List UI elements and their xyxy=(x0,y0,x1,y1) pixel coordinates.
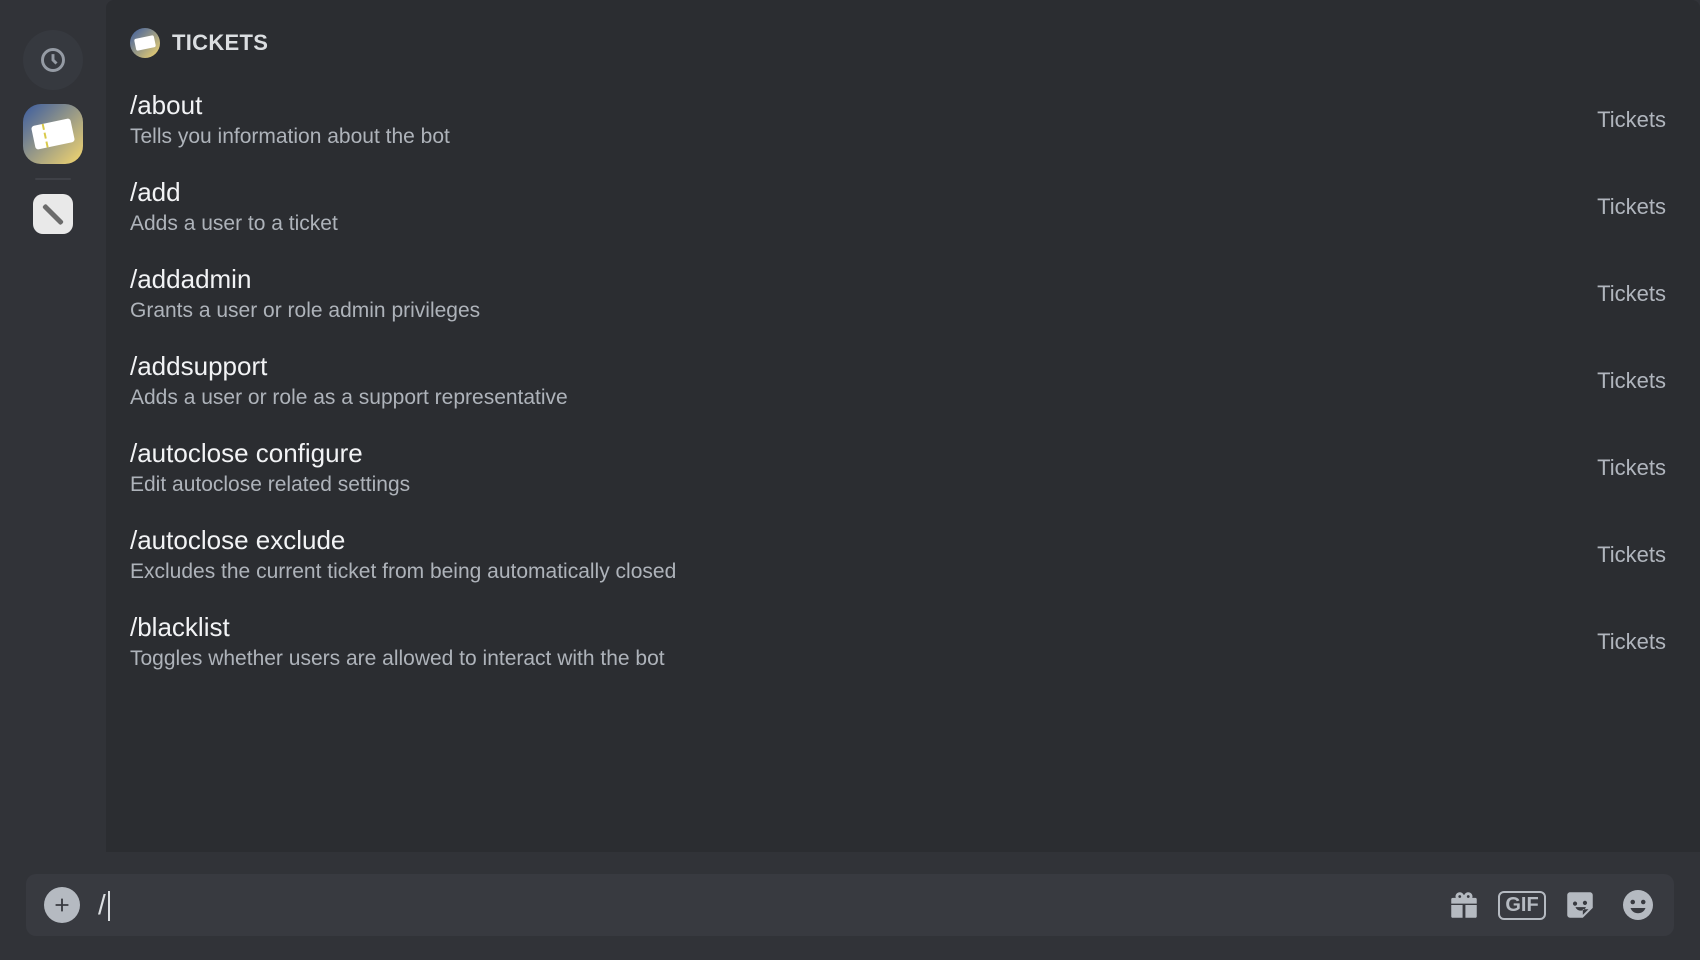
command-description: Adds a user or role as a support represe… xyxy=(130,386,568,410)
attachment-button[interactable] xyxy=(44,887,80,923)
command-autocomplete-popup: TICKETS /about Tells you information abo… xyxy=(106,0,1700,852)
text-caret xyxy=(108,891,110,921)
gif-button[interactable]: GIF xyxy=(1504,887,1540,923)
history-button[interactable] xyxy=(23,30,83,90)
ticket-icon xyxy=(31,118,75,150)
gift-icon xyxy=(1447,888,1481,922)
command-item-autoclose-exclude[interactable]: /autoclose exclude Excludes the current … xyxy=(106,511,1700,598)
command-description: Grants a user or role admin privileges xyxy=(130,299,480,323)
command-item-add[interactable]: /add Adds a user to a ticket Tickets xyxy=(106,163,1700,250)
tickets-header-icon xyxy=(130,28,160,58)
command-source-rail xyxy=(0,0,106,960)
command-source-label: Tickets xyxy=(1597,629,1666,655)
popup-header: TICKETS xyxy=(106,0,1700,76)
sticker-button[interactable] xyxy=(1562,887,1598,923)
command-item-autoclose-configure[interactable]: /autoclose configure Edit autoclose rela… xyxy=(106,424,1700,511)
command-name: /add xyxy=(130,177,338,208)
input-actions: GIF xyxy=(1446,887,1656,923)
command-item-addsupport[interactable]: /addsupport Adds a user or role as a sup… xyxy=(106,337,1700,424)
command-description: Adds a user to a ticket xyxy=(130,212,338,236)
command-description: Tells you information about the bot xyxy=(130,125,450,149)
gif-icon: GIF xyxy=(1498,891,1545,920)
gift-button[interactable] xyxy=(1446,887,1482,923)
command-name: /blacklist xyxy=(130,612,665,643)
command-description: Toggles whether users are allowed to int… xyxy=(130,647,665,671)
command-source-label: Tickets xyxy=(1597,281,1666,307)
command-source-label: Tickets xyxy=(1597,368,1666,394)
command-name: /addsupport xyxy=(130,351,568,382)
popup-header-title: TICKETS xyxy=(172,30,268,56)
smile-icon xyxy=(1620,887,1656,923)
command-source-label: Tickets xyxy=(1597,542,1666,568)
message-input[interactable]: / xyxy=(98,889,1428,922)
command-source-label: Tickets xyxy=(1597,194,1666,220)
sticker-icon xyxy=(1563,888,1597,922)
command-description: Excludes the current ticket from being a… xyxy=(130,560,676,584)
command-description: Edit autoclose related settings xyxy=(130,473,410,497)
command-item-addadmin[interactable]: /addadmin Grants a user or role admin pr… xyxy=(106,250,1700,337)
plus-icon xyxy=(51,894,73,916)
command-item-blacklist[interactable]: /blacklist Toggles whether users are all… xyxy=(106,598,1700,685)
rail-divider xyxy=(35,178,71,180)
message-input-bar: / GIF xyxy=(26,874,1674,936)
command-source-label: Tickets xyxy=(1597,455,1666,481)
command-name: /addadmin xyxy=(130,264,480,295)
emoji-button[interactable] xyxy=(1620,887,1656,923)
builtin-source-button[interactable] xyxy=(33,194,73,234)
clock-icon xyxy=(39,46,67,74)
tickets-source-button[interactable] xyxy=(23,104,83,164)
command-name: /autoclose configure xyxy=(130,438,410,469)
command-source-label: Tickets xyxy=(1597,107,1666,133)
input-value: / xyxy=(98,889,106,920)
command-name: /about xyxy=(130,90,450,121)
command-item-about[interactable]: /about Tells you information about the b… xyxy=(106,76,1700,163)
command-name: /autoclose exclude xyxy=(130,525,676,556)
